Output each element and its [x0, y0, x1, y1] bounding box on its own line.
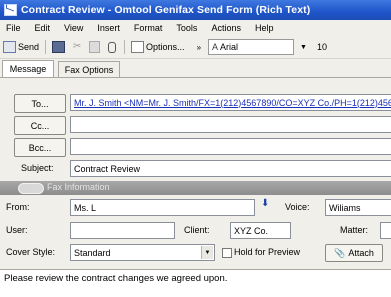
from-label: From:: [6, 202, 30, 212]
client-label: Client:: [184, 225, 210, 235]
fax-information-label: Fax Information: [47, 182, 110, 192]
subject-label: Subject:: [21, 163, 54, 173]
message-panel: To... Mr. J. Smith <NM=Mr. J. Smith/FX=1…: [0, 77, 391, 297]
voice-label: Voice:: [285, 202, 310, 212]
matter-field[interactable]: [380, 222, 391, 239]
bcc-button[interactable]: Bcc...: [14, 138, 66, 157]
cc-field[interactable]: [70, 116, 391, 133]
to-field[interactable]: Mr. J. Smith <NM=Mr. J. Smith/FX=1(212)4…: [70, 94, 391, 111]
tab-fax-options[interactable]: Fax Options: [58, 61, 120, 77]
toolbar-separator: [45, 40, 47, 54]
font-icon: A: [212, 42, 219, 52]
cut-icon: ✂: [73, 41, 82, 52]
menu-actions[interactable]: Actions: [211, 23, 241, 33]
save-button[interactable]: [49, 38, 70, 56]
window-title: Contract Review - Omtool Genifax Send Fo…: [21, 4, 311, 16]
menu-edit[interactable]: Edit: [35, 23, 51, 33]
toolbar-separator: [124, 40, 126, 54]
hold-for-preview-label: Hold for Preview: [234, 247, 301, 257]
cut-button[interactable]: ✂: [70, 38, 86, 56]
paperclip-icon: [108, 41, 117, 53]
font-size-select[interactable]: 10: [314, 40, 340, 54]
cover-style-select[interactable]: Standard ▼: [70, 244, 215, 261]
toolbar: Send ✂ Options... » A Arial ▼ 10: [0, 36, 391, 59]
voice-field[interactable]: Wiliams: [325, 199, 391, 216]
from-field[interactable]: Ms. L: [70, 199, 255, 216]
bcc-field[interactable]: [70, 138, 391, 155]
address-book-down-icon[interactable]: ⬇: [261, 198, 269, 209]
attach-toolbar-button[interactable]: [105, 38, 121, 56]
menu-insert[interactable]: Insert: [97, 23, 120, 33]
user-field[interactable]: [70, 222, 175, 239]
save-icon: [52, 41, 66, 53]
message-body[interactable]: Please review the contract changes we ag…: [0, 269, 391, 297]
user-label: User:: [6, 225, 28, 235]
attach-button[interactable]: 📎 Attach: [325, 244, 383, 262]
options-icon: [131, 41, 145, 53]
collapse-toggle-icon[interactable]: [18, 183, 44, 194]
tab-message[interactable]: Message: [2, 60, 54, 77]
to-button[interactable]: To...: [14, 94, 66, 113]
chevron-down-icon[interactable]: ▼: [201, 246, 213, 259]
send-icon: [3, 41, 16, 53]
menu-view[interactable]: View: [64, 23, 83, 33]
font-name-select[interactable]: A Arial: [208, 39, 295, 55]
menu-format[interactable]: Format: [134, 23, 163, 33]
options-button[interactable]: Options...: [128, 38, 188, 56]
menu-bar: File Edit View Insert Format Tools Actio…: [0, 20, 391, 36]
cover-style-label: Cover Style:: [6, 247, 56, 257]
toolbar-overflow-chevron[interactable]: »: [194, 38, 204, 56]
subject-field[interactable]: Contract Review: [70, 160, 391, 177]
send-button[interactable]: Send: [0, 38, 42, 56]
matter-label: Matter:: [340, 225, 369, 235]
copy-icon: [89, 41, 101, 53]
title-bar: Contract Review - Omtool Genifax Send Fo…: [0, 0, 391, 20]
send-form-window: Contract Review - Omtool Genifax Send Fo…: [0, 0, 391, 297]
client-field[interactable]: XYZ Co.: [230, 222, 291, 239]
fax-information-bar[interactable]: Fax Information: [0, 181, 391, 195]
paperclip-icon: 📎: [334, 247, 346, 258]
menu-file[interactable]: File: [6, 23, 21, 33]
hold-for-preview-checkbox[interactable]: [222, 248, 232, 258]
envelope-icon: [4, 4, 17, 16]
menu-tools[interactable]: Tools: [176, 23, 197, 33]
cc-button[interactable]: Cc...: [14, 116, 66, 135]
menu-help[interactable]: Help: [255, 23, 274, 33]
copy-button[interactable]: [86, 38, 105, 56]
tab-strip: Message Fax Options: [0, 59, 391, 77]
font-dropdown-arrow[interactable]: ▼: [294, 38, 310, 56]
